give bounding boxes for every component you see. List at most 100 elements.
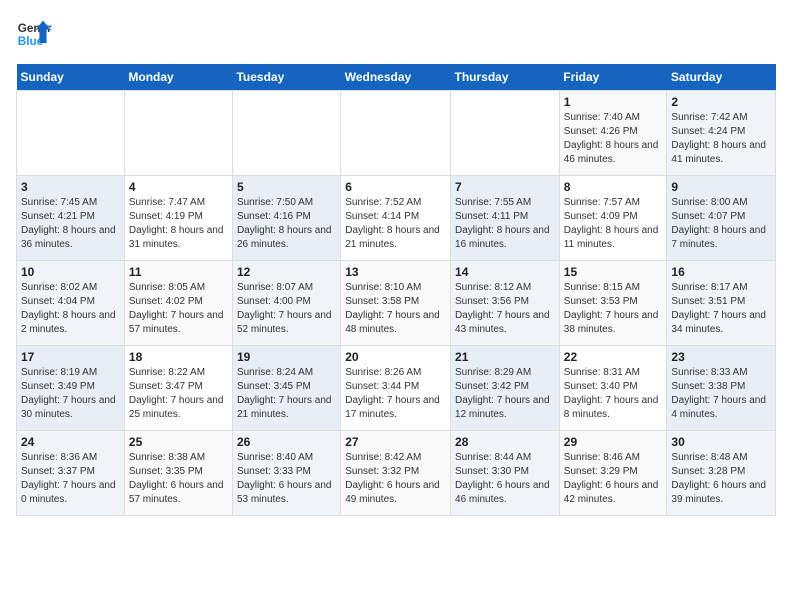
calendar-cell: 28Sunrise: 8:44 AM Sunset: 3:30 PM Dayli… — [451, 431, 560, 516]
day-number: 29 — [564, 435, 663, 449]
day-info: Sunrise: 7:45 AM Sunset: 4:21 PM Dayligh… — [21, 196, 120, 252]
day-info: Sunrise: 8:17 AM Sunset: 3:51 PM Dayligh… — [671, 281, 771, 337]
day-number: 8 — [564, 180, 663, 194]
day-info: Sunrise: 8:10 AM Sunset: 3:58 PM Dayligh… — [345, 281, 446, 337]
day-number: 27 — [345, 435, 446, 449]
day-info: Sunrise: 7:52 AM Sunset: 4:14 PM Dayligh… — [345, 196, 446, 252]
calendar-week-1: 1 Sunrise: 7:40 AM Sunset: 4:26 PM Daylig… — [17, 91, 776, 176]
day-number: 18 — [129, 350, 228, 364]
weekday-header-monday: Monday — [124, 64, 232, 91]
calendar-cell — [232, 91, 340, 176]
calendar-cell: 9 Sunrise: 8:00 AM Sunset: 4:07 PM Daylig… — [667, 176, 776, 261]
day-number: 4 — [129, 180, 228, 194]
day-info: Sunrise: 8:48 AM Sunset: 3:28 PM Dayligh… — [671, 451, 771, 507]
calendar-cell: 5 Sunrise: 7:50 AM Sunset: 4:16 PM Daylig… — [232, 176, 340, 261]
day-number: 15 — [564, 265, 663, 279]
day-info: Sunrise: 8:46 AM Sunset: 3:29 PM Dayligh… — [564, 451, 663, 507]
calendar-cell: 7 Sunrise: 7:55 AM Sunset: 4:11 PM Daylig… — [451, 176, 560, 261]
day-info: Sunrise: 7:57 AM Sunset: 4:09 PM Dayligh… — [564, 196, 663, 252]
day-info: Sunrise: 8:07 AM Sunset: 4:00 PM Dayligh… — [237, 281, 336, 337]
day-number: 10 — [21, 265, 120, 279]
day-info: Sunrise: 8:38 AM Sunset: 3:35 PM Dayligh… — [129, 451, 228, 507]
calendar-cell: 27 Sunrise: 8:42 AM Sunset: 3:32 PM Dayli… — [341, 431, 451, 516]
calendar-cell — [124, 91, 232, 176]
logo: General Blue — [16, 16, 52, 52]
day-number: 28 — [455, 435, 555, 449]
day-number: 6 — [345, 180, 446, 194]
day-info: Sunrise: 8:19 AM Sunset: 3:49 PM Dayligh… — [21, 366, 120, 422]
main-container: General Blue SundayMondayTuesdayWednesda… — [0, 0, 792, 524]
calendar-cell: 16 Sunrise: 8:17 AM Sunset: 3:51 PM Dayli… — [667, 261, 776, 346]
weekday-header-friday: Friday — [559, 64, 667, 91]
day-number: 20 — [345, 350, 446, 364]
day-number: 12 — [237, 265, 336, 279]
calendar-cell: 4 Sunrise: 7:47 AM Sunset: 4:19 PM Daylig… — [124, 176, 232, 261]
calendar-cell: 20 Sunrise: 8:26 AM Sunset: 3:44 PM Dayli… — [341, 346, 451, 431]
day-number: 21 — [455, 350, 555, 364]
calendar-cell: 12 Sunrise: 8:07 AM Sunset: 4:00 PM Dayli… — [232, 261, 340, 346]
calendar-cell: 30Sunrise: 8:48 AM Sunset: 3:28 PM Dayli… — [667, 431, 776, 516]
day-number: 23 — [671, 350, 771, 364]
day-number: 5 — [237, 180, 336, 194]
calendar-cell — [341, 91, 451, 176]
day-info: Sunrise: 7:40 AM Sunset: 4:26 PM Dayligh… — [564, 111, 663, 167]
calendar-cell: 19 Sunrise: 8:24 AM Sunset: 3:45 PM Dayli… — [232, 346, 340, 431]
day-number: 11 — [129, 265, 228, 279]
day-info: Sunrise: 7:50 AM Sunset: 4:16 PM Dayligh… — [237, 196, 336, 252]
day-number: 1 — [564, 95, 663, 109]
day-info: Sunrise: 8:31 AM Sunset: 3:40 PM Dayligh… — [564, 366, 663, 422]
calendar-cell: 6 Sunrise: 7:52 AM Sunset: 4:14 PM Daylig… — [341, 176, 451, 261]
calendar-week-4: 17 Sunrise: 8:19 AM Sunset: 3:49 PM Dayli… — [17, 346, 776, 431]
day-info: Sunrise: 8:42 AM Sunset: 3:32 PM Dayligh… — [345, 451, 446, 507]
day-number: 19 — [237, 350, 336, 364]
day-number: 3 — [21, 180, 120, 194]
day-number: 2 — [671, 95, 771, 109]
calendar-cell: 15 Sunrise: 8:15 AM Sunset: 3:53 PM Dayli… — [559, 261, 667, 346]
calendar-cell: 2 Sunrise: 7:42 AM Sunset: 4:24 PM Daylig… — [667, 91, 776, 176]
header: General Blue — [16, 16, 776, 52]
weekday-header-saturday: Saturday — [667, 64, 776, 91]
calendar-cell: 24Sunrise: 8:36 AM Sunset: 3:37 PM Dayli… — [17, 431, 125, 516]
calendar-cell — [451, 91, 560, 176]
day-number: 24 — [21, 435, 120, 449]
header-row: SundayMondayTuesdayWednesdayThursdayFrid… — [17, 64, 776, 91]
day-info: Sunrise: 7:42 AM Sunset: 4:24 PM Dayligh… — [671, 111, 771, 167]
calendar-cell: 13 Sunrise: 8:10 AM Sunset: 3:58 PM Dayli… — [341, 261, 451, 346]
calendar-cell: 17 Sunrise: 8:19 AM Sunset: 3:49 PM Dayli… — [17, 346, 125, 431]
day-info: Sunrise: 8:12 AM Sunset: 3:56 PM Dayligh… — [455, 281, 555, 337]
day-number: 26 — [237, 435, 336, 449]
day-number: 17 — [21, 350, 120, 364]
day-info: Sunrise: 7:55 AM Sunset: 4:11 PM Dayligh… — [455, 196, 555, 252]
calendar-table: SundayMondayTuesdayWednesdayThursdayFrid… — [16, 64, 776, 516]
day-info: Sunrise: 8:02 AM Sunset: 4:04 PM Dayligh… — [21, 281, 120, 337]
weekday-header-sunday: Sunday — [17, 64, 125, 91]
day-info: Sunrise: 8:29 AM Sunset: 3:42 PM Dayligh… — [455, 366, 555, 422]
day-number: 14 — [455, 265, 555, 279]
day-info: Sunrise: 8:40 AM Sunset: 3:33 PM Dayligh… — [237, 451, 336, 507]
logo-icon: General Blue — [16, 16, 52, 52]
weekday-header-thursday: Thursday — [451, 64, 560, 91]
calendar-cell: 14 Sunrise: 8:12 AM Sunset: 3:56 PM Dayli… — [451, 261, 560, 346]
day-number: 7 — [455, 180, 555, 194]
day-info: Sunrise: 8:00 AM Sunset: 4:07 PM Dayligh… — [671, 196, 771, 252]
calendar-cell: 3 Sunrise: 7:45 AM Sunset: 4:21 PM Daylig… — [17, 176, 125, 261]
day-info: Sunrise: 8:33 AM Sunset: 3:38 PM Dayligh… — [671, 366, 771, 422]
calendar-cell: 23 Sunrise: 8:33 AM Sunset: 3:38 PM Dayli… — [667, 346, 776, 431]
day-number: 16 — [671, 265, 771, 279]
day-number: 25 — [129, 435, 228, 449]
calendar-cell: 26 Sunrise: 8:40 AM Sunset: 3:33 PM Dayli… — [232, 431, 340, 516]
calendar-cell: 25 Sunrise: 8:38 AM Sunset: 3:35 PM Dayli… — [124, 431, 232, 516]
calendar-cell: 8 Sunrise: 7:57 AM Sunset: 4:09 PM Daylig… — [559, 176, 667, 261]
day-info: Sunrise: 8:24 AM Sunset: 3:45 PM Dayligh… — [237, 366, 336, 422]
day-info: Sunrise: 7:47 AM Sunset: 4:19 PM Dayligh… — [129, 196, 228, 252]
calendar-cell: 21 Sunrise: 8:29 AM Sunset: 3:42 PM Dayli… — [451, 346, 560, 431]
weekday-header-wednesday: Wednesday — [341, 64, 451, 91]
calendar-week-2: 3 Sunrise: 7:45 AM Sunset: 4:21 PM Daylig… — [17, 176, 776, 261]
day-info: Sunrise: 8:26 AM Sunset: 3:44 PM Dayligh… — [345, 366, 446, 422]
calendar-week-3: 10 Sunrise: 8:02 AM Sunset: 4:04 PM Dayli… — [17, 261, 776, 346]
day-number: 9 — [671, 180, 771, 194]
day-info: Sunrise: 8:15 AM Sunset: 3:53 PM Dayligh… — [564, 281, 663, 337]
calendar-cell: 22Sunrise: 8:31 AM Sunset: 3:40 PM Dayli… — [559, 346, 667, 431]
day-number: 13 — [345, 265, 446, 279]
calendar-cell: 11Sunrise: 8:05 AM Sunset: 4:02 PM Dayli… — [124, 261, 232, 346]
